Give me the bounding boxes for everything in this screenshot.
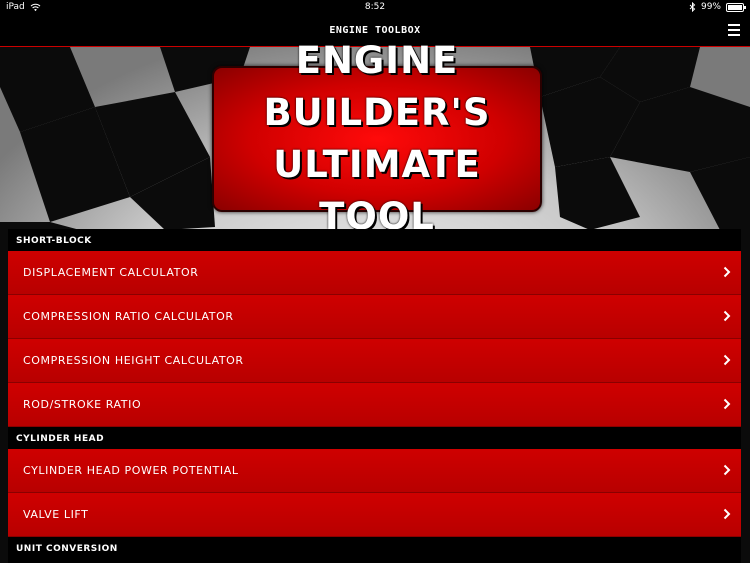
banner-title-line-2: ULTIMATE TOOL xyxy=(273,143,481,238)
list-item-label: COMPRESSION HEIGHT CALCULATOR xyxy=(23,354,244,367)
battery-fill xyxy=(728,4,742,10)
menu-line xyxy=(728,29,740,31)
battery-percent: 99% xyxy=(700,2,721,12)
list-item-label: VALVE LIFT xyxy=(23,508,89,521)
app-title-banner: ENGINE BUILDER'S ULTIMATE TOOL xyxy=(212,39,542,238)
list-item-label: COMPRESSION RATIO CALCULATOR xyxy=(23,310,234,323)
battery-icon xyxy=(726,2,746,12)
menu-line xyxy=(728,34,740,36)
calculator-list: SHORT-BLOCK DISPLACEMENT CALCULATOR COMP… xyxy=(8,229,741,563)
bluetooth-icon xyxy=(689,2,696,12)
list-item-displacement-calculator[interactable]: DISPLACEMENT CALCULATOR xyxy=(8,251,741,295)
hamburger-menu-icon[interactable] xyxy=(728,24,740,36)
chevron-right-icon xyxy=(723,398,731,410)
section-header-cylinder-head: CYLINDER HEAD xyxy=(16,434,105,444)
status-right: 99% xyxy=(689,2,746,12)
chevron-right-icon xyxy=(723,266,731,278)
list-item-label: CYLINDER HEAD POWER POTENTIAL xyxy=(23,464,239,477)
list-item-compression-height-calculator[interactable]: COMPRESSION HEIGHT CALCULATOR xyxy=(8,339,741,383)
list-item-label: ROD/STROKE RATIO xyxy=(23,398,142,411)
list-item-rod-stroke-ratio[interactable]: ROD/STROKE RATIO xyxy=(8,383,741,427)
chevron-right-icon xyxy=(723,310,731,322)
chevron-right-icon xyxy=(723,508,731,520)
chevron-right-icon xyxy=(723,354,731,366)
list-item-cylinder-head-power-potential[interactable]: CYLINDER HEAD POWER POTENTIAL xyxy=(8,449,741,493)
section-header-short-block: SHORT-BLOCK xyxy=(16,236,92,246)
status-bar: iPad 8:52 99% xyxy=(0,0,750,16)
list-item-compression-ratio-calculator[interactable]: COMPRESSION RATIO CALCULATOR xyxy=(8,295,741,339)
banner-title-line-1: ENGINE BUILDER'S xyxy=(263,39,491,134)
section-header-unit-conversion: UNIT CONVERSION xyxy=(16,544,118,554)
status-time: 8:52 xyxy=(364,2,386,12)
list-item-label: DISPLACEMENT CALCULATOR xyxy=(23,266,199,279)
chevron-right-icon xyxy=(723,464,731,476)
list-item-valve-lift[interactable]: VALVE LIFT xyxy=(8,493,741,537)
menu-line xyxy=(728,24,740,26)
